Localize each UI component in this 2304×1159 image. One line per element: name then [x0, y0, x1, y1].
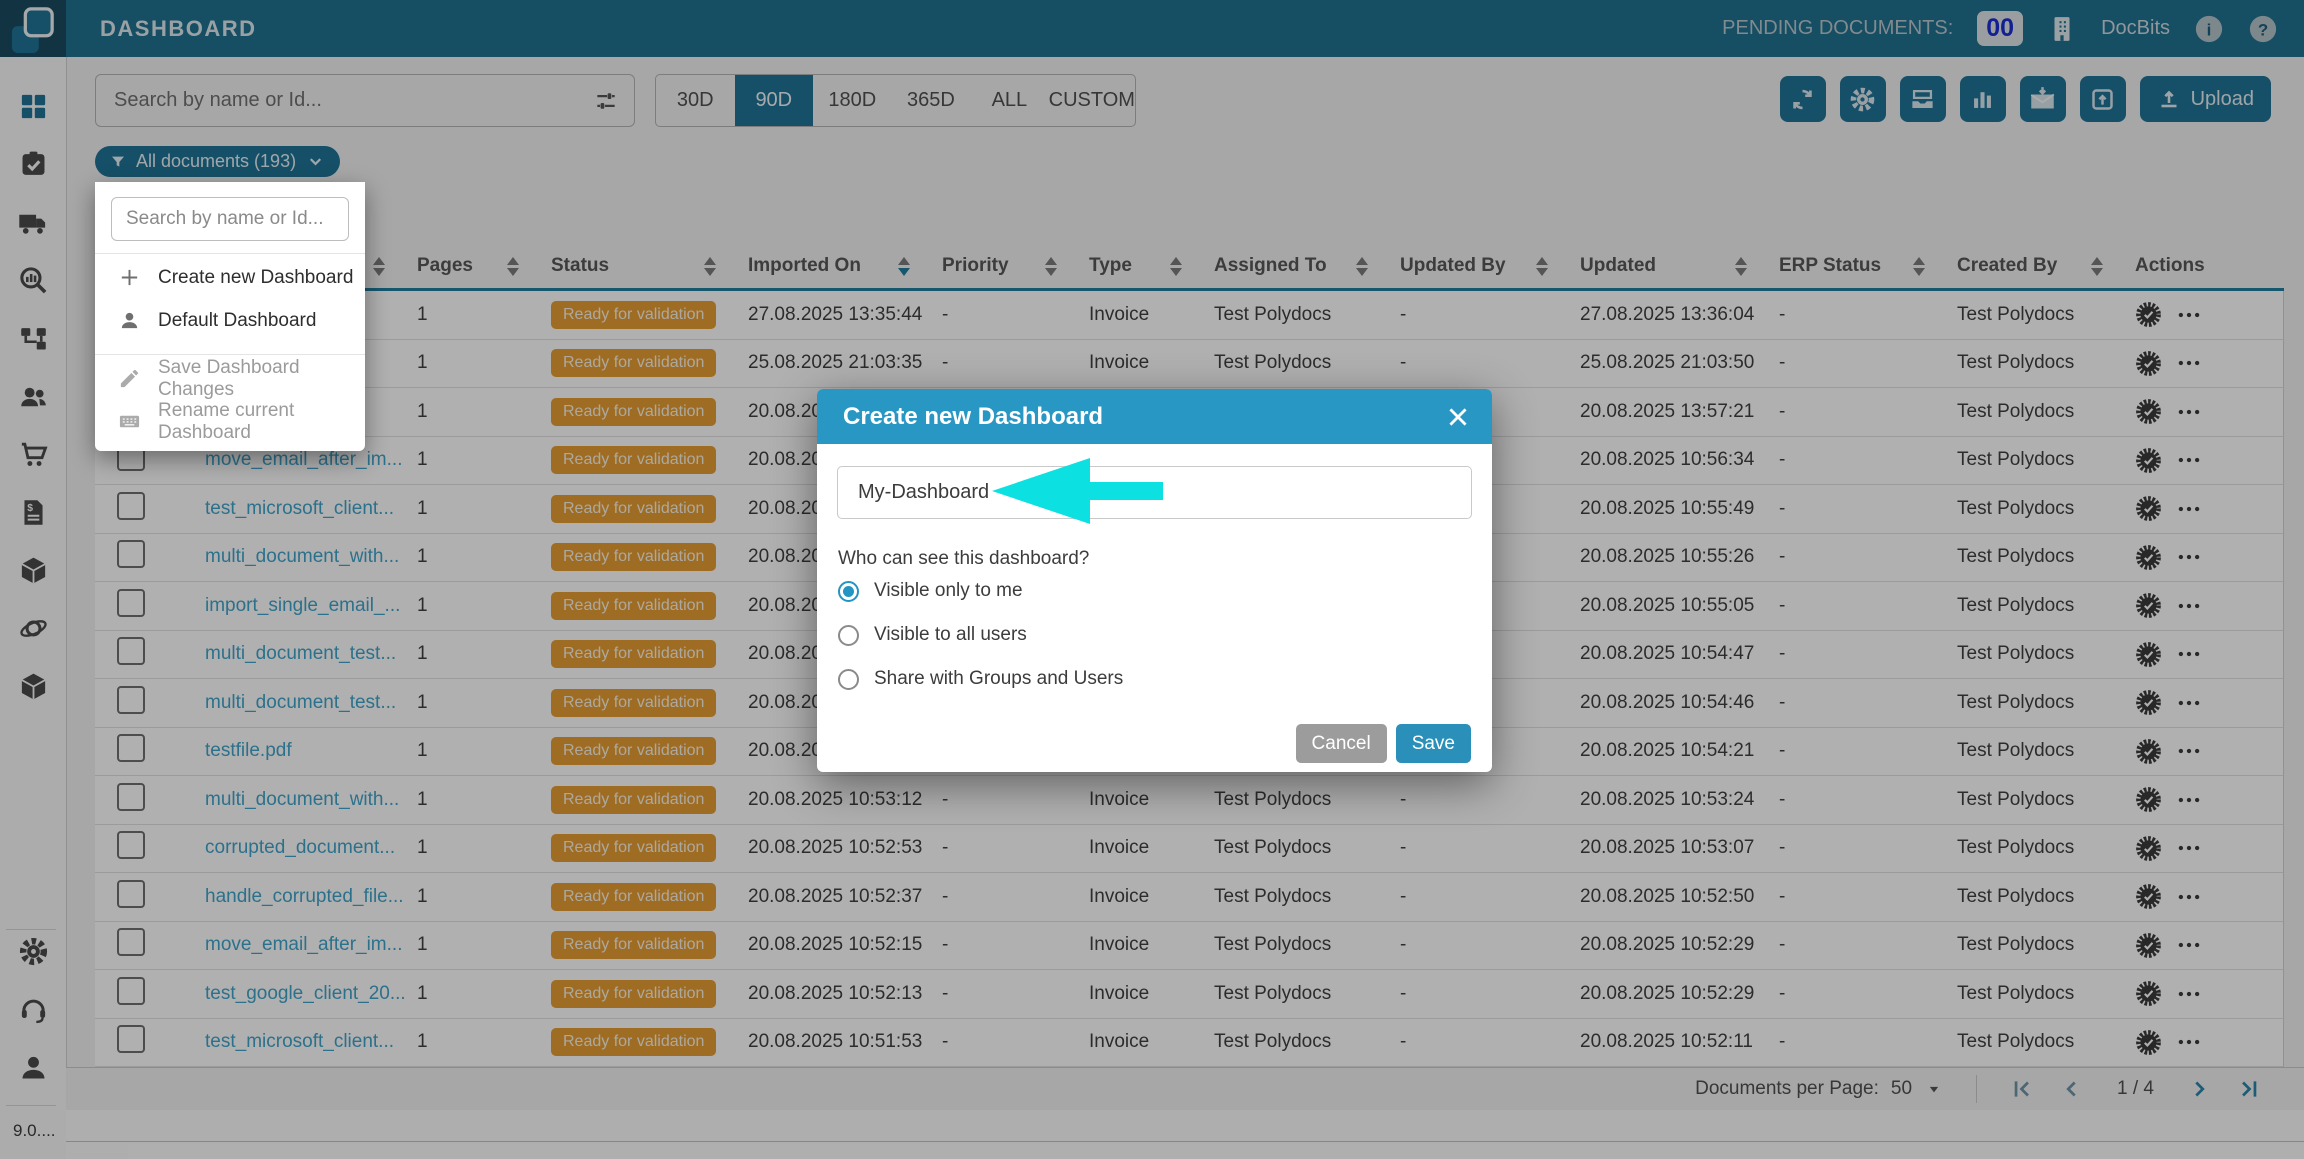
- dashboard-search-input[interactable]: [112, 208, 348, 230]
- dashboard-menu: Create new Dashboard Default Dashboard: [95, 182, 365, 451]
- save-button[interactable]: Save: [1396, 724, 1471, 763]
- visibility-option[interactable]: Visible only to me: [838, 569, 1472, 613]
- cancel-button[interactable]: Cancel: [1296, 724, 1387, 763]
- menu-item[interactable]: Save Dashboard Changes: [95, 357, 365, 400]
- dashboard-menu-items: Create new Dashboard Default Dashboard: [95, 256, 365, 443]
- menu-item[interactable]: Rename current Dashboard: [95, 400, 365, 443]
- menu-item[interactable]: Default Dashboard: [95, 299, 365, 342]
- menu-item-label: Default Dashboard: [158, 310, 316, 332]
- menu-item-label: Save Dashboard Changes: [158, 357, 365, 401]
- visibility-option[interactable]: Visible to all users: [838, 613, 1472, 657]
- modal-title: Create new Dashboard: [843, 403, 1103, 431]
- visibility-question: Who can see this dashboard?: [838, 548, 1089, 570]
- modal-header: Create new Dashboard: [817, 389, 1492, 444]
- visibility-option-label: Share with Groups and Users: [874, 668, 1123, 690]
- close-icon[interactable]: [1444, 403, 1472, 431]
- keyboard-icon: [118, 410, 141, 433]
- application-window: DASHBOARD PENDING DOCUMENTS: 00 DocBits …: [0, 0, 2304, 1159]
- dashboard-menu-search: [111, 197, 349, 241]
- menu-divider: [95, 354, 365, 355]
- menu-divider: [95, 253, 365, 254]
- plus-icon: [118, 266, 141, 289]
- visibility-options: Visible only to me Visible to all users …: [838, 569, 1472, 701]
- menu-item[interactable]: Create new Dashboard: [95, 256, 365, 299]
- modal-body: Who can see this dashboard? Visible only…: [817, 444, 1492, 772]
- menu-item-label: Create new Dashboard: [158, 267, 353, 289]
- radio-icon[interactable]: [838, 669, 859, 690]
- dashboard-name-input[interactable]: [837, 466, 1472, 519]
- visibility-option-label: Visible only to me: [874, 580, 1023, 602]
- modal-actions: Cancel Save: [1296, 724, 1471, 763]
- visibility-option[interactable]: Share with Groups and Users: [838, 657, 1472, 701]
- radio-icon[interactable]: [838, 625, 859, 646]
- visibility-option-label: Visible to all users: [874, 624, 1027, 646]
- menu-item-label: Rename current Dashboard: [158, 400, 365, 444]
- create-dashboard-modal: Create new Dashboard Who can see this da…: [817, 389, 1492, 772]
- pencil-icon: [118, 367, 141, 390]
- user-icon: [118, 309, 141, 332]
- radio-icon[interactable]: [838, 581, 859, 602]
